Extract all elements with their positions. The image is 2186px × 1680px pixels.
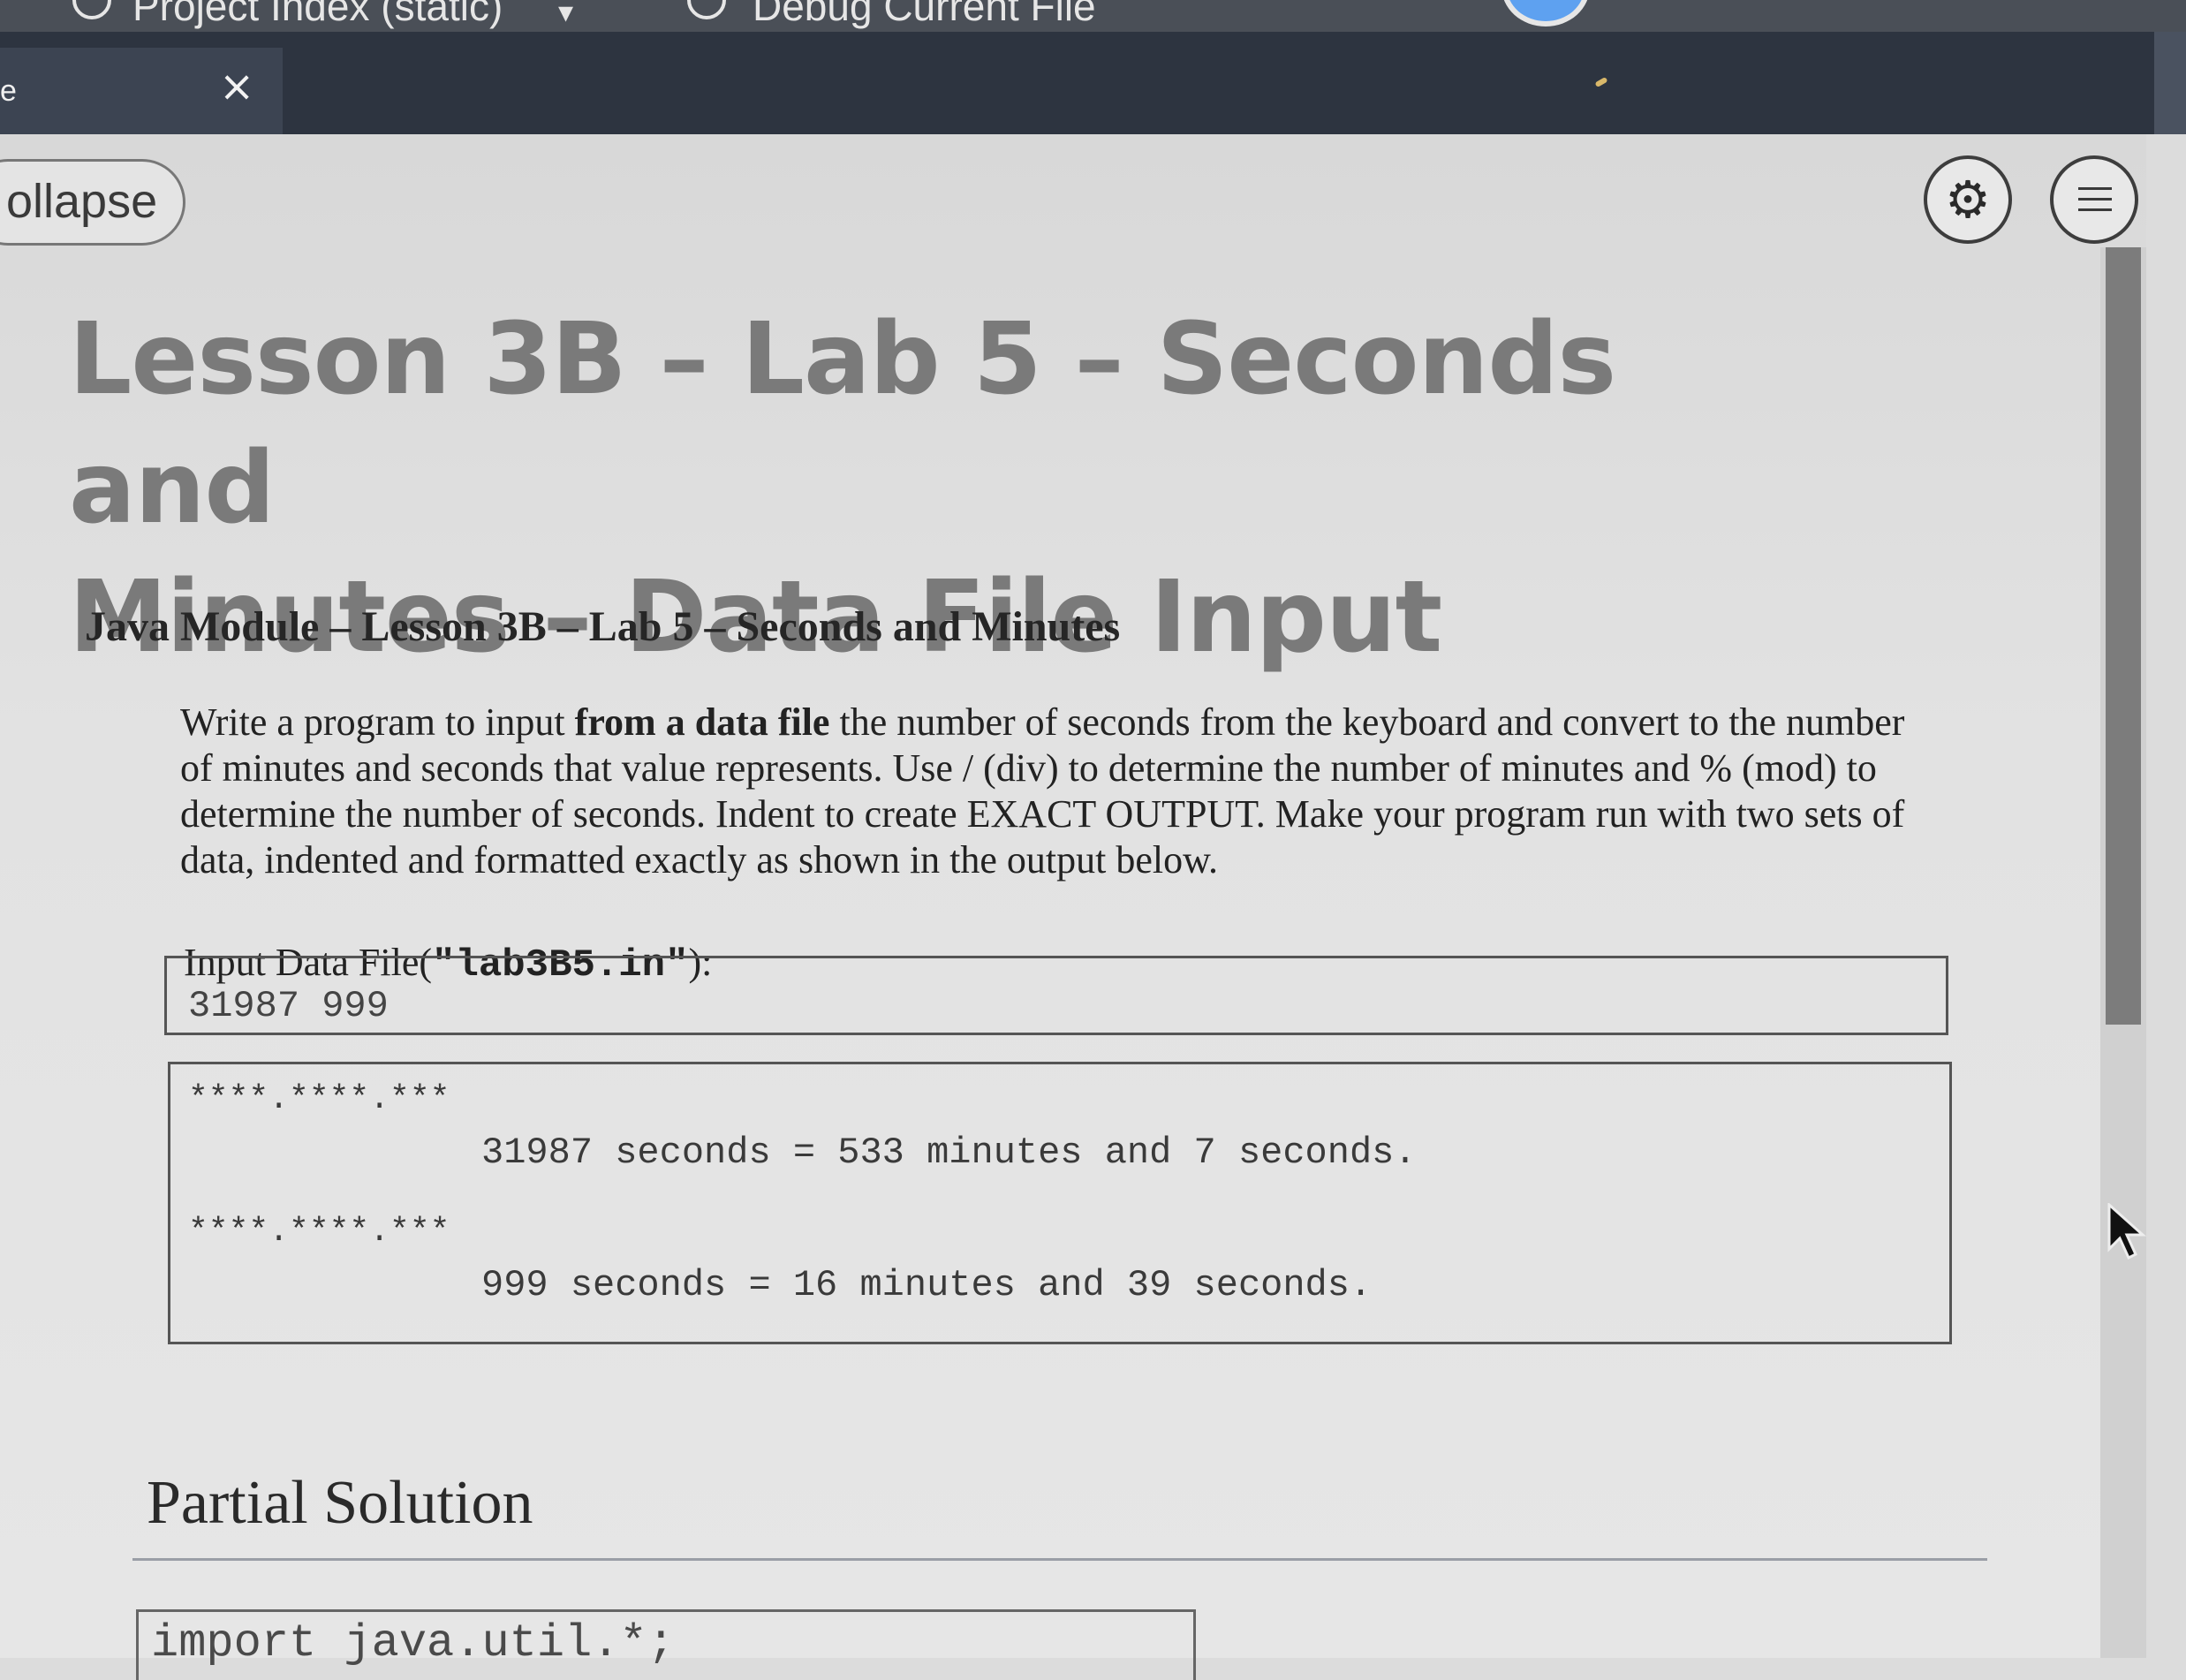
code-block: import java.util.*; — [136, 1609, 1196, 1680]
description-part1: Write a program to input — [180, 700, 575, 744]
collapse-label: ollapse — [6, 175, 158, 228]
close-icon[interactable]: × — [219, 65, 254, 108]
input-data-contents: 31987 999 — [188, 985, 389, 1027]
section-divider — [132, 1558, 1987, 1561]
scrollbar[interactable] — [2100, 247, 2146, 1658]
partial-solution-heading: Partial Solution — [147, 1469, 533, 1537]
project-index-button[interactable]: Project Index (static) — [132, 0, 503, 30]
lab-description: Write a program to input from a data fil… — [180, 700, 1947, 883]
menu-button[interactable] — [2050, 155, 2138, 244]
expected-output-box: ****.****.*** 31987 seconds = 533 minute… — [168, 1062, 1952, 1344]
gear-icon: ⚙ — [1945, 170, 1991, 230]
input-data-box: 31987 999 — [164, 956, 1948, 1035]
output-line-1: 31987 seconds = 533 minutes and 7 second… — [481, 1131, 1417, 1174]
code-line: import java.util.*; — [151, 1617, 675, 1669]
output-ruler-1: ****.****.*** — [188, 1080, 450, 1118]
chevron-down-icon[interactable]: ▾ — [558, 0, 573, 30]
lesson-subtitle: Java Module – Lesson 3B – Lab 5 – Second… — [85, 603, 1121, 650]
settings-button[interactable]: ⚙ — [1924, 155, 2012, 244]
list-icon — [2078, 187, 2112, 212]
run-button[interactable] — [1501, 0, 1590, 26]
scrollbar-thumb[interactable] — [2106, 247, 2141, 1025]
tab-label: e — [0, 74, 17, 108]
collapse-button[interactable]: ollapse — [0, 159, 185, 246]
output-line-2: 999 seconds = 16 minutes and 39 seconds. — [481, 1264, 1373, 1306]
mouse-pointer-icon — [2107, 1203, 2146, 1260]
output-ruler-2: ****.****.*** — [188, 1213, 450, 1251]
lesson-content: ollapse ⚙ Lesson 3B – Lab 5 – Seconds an… — [0, 134, 2146, 1680]
tabbar-edge — [2154, 32, 2186, 134]
page-title-line1: Lesson 3B – Lab 5 – Seconds and — [69, 302, 1616, 546]
editor-tab[interactable]: e × — [0, 48, 283, 134]
tab-bar: e × — [0, 32, 2186, 134]
debug-current-file-button[interactable]: Debug Current File — [753, 0, 1096, 30]
top-toolbar: Project Index (static) ▾ Debug Current F… — [0, 0, 2186, 32]
globe-icon — [72, 0, 111, 19]
description-emphasis: from a data file — [574, 700, 830, 744]
bug-icon — [687, 0, 726, 19]
tab-indicator — [1594, 76, 1608, 88]
